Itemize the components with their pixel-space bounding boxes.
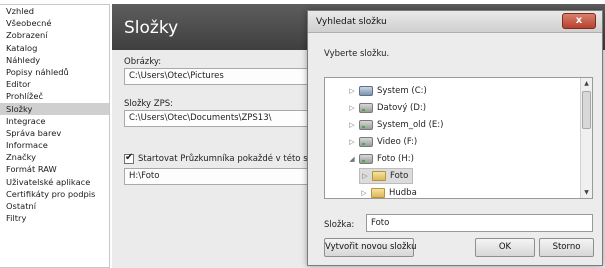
dialog-title: Vyhledat složku	[316, 17, 387, 27]
sidebar-item[interactable]: Katalog	[0, 42, 109, 54]
expand-arrow-icon[interactable]: ▷	[359, 189, 369, 197]
tree-item[interactable]: ▷ Datový (D:)	[347, 100, 426, 116]
drive-icon	[359, 120, 373, 130]
dialog-prompt: Vyberte složku.	[324, 49, 390, 59]
expand-arrow-icon[interactable]: ▷	[347, 121, 357, 129]
sidebar-item[interactable]: Ostatní	[0, 200, 109, 212]
sidebar-item[interactable]: Filtry	[0, 212, 109, 224]
zps-folders-label: Složky ZPS:	[124, 99, 173, 109]
scroll-down-icon[interactable]: ▼	[581, 187, 592, 198]
checkmark-icon: ✔	[125, 152, 134, 163]
startup-option[interactable]: ✔ Startovat Průzkumníka pokaždé v této s…	[124, 152, 333, 165]
tree-item[interactable]: ▷ Hudba	[359, 185, 417, 198]
tree-scrollbar[interactable]: ▲ ▼	[580, 78, 592, 198]
system-drive-icon	[359, 86, 373, 96]
tree-item-label: Video (F:)	[377, 137, 418, 147]
sidebar-item[interactable]: Všeobecné	[0, 17, 109, 29]
tree-item[interactable]: ▷ System (C:)	[347, 83, 427, 99]
sidebar-item[interactable]: Značky	[0, 151, 109, 163]
tree-item[interactable]: ▷ System_old (E:)	[347, 117, 443, 133]
sidebar-item[interactable]: Certifikáty pro podpis	[0, 188, 109, 200]
tree-item[interactable]: ▷ Video (F:)	[347, 134, 417, 150]
sidebar-item[interactable]: Informace	[0, 139, 109, 151]
tree-item[interactable]: ◢ Foto (H:)	[347, 151, 414, 167]
folder-icon	[372, 171, 386, 181]
drive-icon	[359, 103, 373, 113]
startup-checkbox[interactable]: ✔	[124, 152, 134, 164]
tree-item-label: Foto	[390, 171, 409, 181]
expand-arrow-icon[interactable]: ▷	[347, 104, 357, 112]
browse-folder-dialog: Vyhledat složku x Vyberte složku. ▷ Syste…	[307, 10, 603, 266]
expanded-arrow-icon[interactable]: ◢	[347, 155, 357, 163]
tree-item[interactable]: ▷ Foto	[359, 168, 414, 184]
sidebar-item[interactable]: Zobrazení	[0, 29, 109, 41]
page-title: Složky	[124, 18, 179, 38]
expand-arrow-icon[interactable]: ▷	[347, 87, 357, 95]
tree-item-label: Foto (H:)	[377, 154, 414, 164]
settings-category-list: Vzhled Všeobecné Zobrazení Katalog Náhledy Po…	[0, 4, 110, 268]
pictures-label: Obrázky:	[124, 57, 162, 67]
tree-item-label: Hudba	[389, 188, 417, 198]
folder-tree[interactable]: ▷ System (C:) ▷ Datový (D:) ▷ System_old (E:)…	[324, 77, 593, 199]
sidebar-item[interactable]: Uživatelské aplikace	[0, 176, 109, 188]
drive-icon	[359, 154, 373, 164]
expand-arrow-icon[interactable]: ▷	[360, 172, 370, 180]
startup-checkbox-label: Startovat Průzkumníka pokaždé v této slo…	[138, 154, 333, 164]
scrollbar-thumb[interactable]	[582, 91, 591, 129]
scroll-up-icon[interactable]: ▲	[581, 78, 592, 89]
sidebar-item[interactable]: Vzhled	[0, 5, 109, 17]
sidebar-item[interactable]: Formát RAW	[0, 163, 109, 175]
close-button[interactable]: x	[562, 13, 596, 29]
sidebar-item[interactable]: Integrace	[0, 115, 109, 127]
new-folder-button[interactable]: Vytvořit novou složku	[324, 238, 416, 257]
expand-arrow-icon[interactable]: ▷	[347, 138, 357, 146]
close-icon: x	[575, 15, 583, 26]
folder-tree-items: ▷ System (C:) ▷ Datový (D:) ▷ System_old (E:)…	[325, 78, 580, 198]
sidebar-item[interactable]: Složky	[0, 102, 109, 115]
ok-button[interactable]: OK	[475, 238, 535, 257]
dialog-titlebar[interactable]: Vyhledat složku x	[308, 11, 602, 33]
sidebar-item[interactable]: Popisy náhledů	[0, 66, 109, 78]
folder-name-input[interactable]: Foto	[366, 214, 593, 232]
tree-item-label: Datový (D:)	[377, 103, 427, 113]
folder-icon	[371, 188, 385, 198]
sidebar-item[interactable]: Náhledy	[0, 54, 109, 66]
sidebar-item[interactable]: Správa barev	[0, 127, 109, 139]
cancel-button[interactable]: Storno	[539, 238, 594, 257]
tree-item-label: System (C:)	[377, 86, 427, 96]
drive-icon	[359, 137, 373, 147]
folder-label: Složka:	[324, 220, 355, 230]
tree-item-label: System_old (E:)	[377, 120, 444, 130]
sidebar-item[interactable]: Prohlížeč	[0, 90, 109, 102]
sidebar-item[interactable]: Editor	[0, 78, 109, 90]
